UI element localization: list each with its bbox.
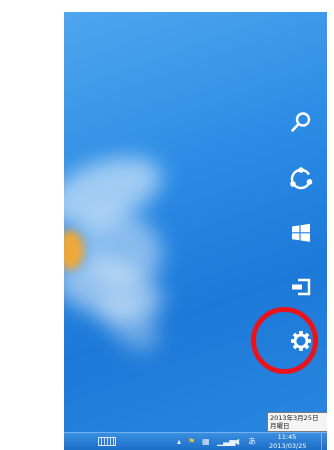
clock-time: 11:45 <box>277 433 297 441</box>
tooltip-weekday: 月曜日 <box>270 422 290 430</box>
volume-icon[interactable]: ◀ <box>233 437 239 446</box>
gear-icon <box>291 331 311 351</box>
share-icon <box>290 167 313 190</box>
touch-keyboard-icon[interactable] <box>98 437 116 446</box>
share-charm[interactable] <box>287 165 315 193</box>
show-hidden-icons-icon[interactable]: ▴ <box>177 437 181 446</box>
devices-icon <box>292 278 311 296</box>
input-method-icon[interactable]: あ <box>248 437 256 446</box>
network-icon[interactable]: ▦ <box>202 437 210 446</box>
search-charm[interactable] <box>287 108 315 136</box>
taskbar-clock[interactable]: 11:45 2013/03/25 <box>269 433 307 450</box>
windows-logo-icon <box>292 223 310 242</box>
action-center-icon[interactable]: ⚑ <box>188 437 195 446</box>
start-charm[interactable] <box>287 219 315 247</box>
settings-charm[interactable] <box>287 327 315 355</box>
show-desktop-button[interactable] <box>321 433 327 450</box>
desktop-background: 2013年3月25日 月曜日 ▴ ⚑ ▦ ▁▃▅ ◀ あ 11:45 2013/… <box>64 12 327 450</box>
clock-date: 2013/03/25 <box>269 441 307 450</box>
search-icon <box>291 112 311 132</box>
devices-charm[interactable] <box>287 273 315 301</box>
tooltip-date: 2013年3月25日 <box>270 414 319 422</box>
date-tooltip: 2013年3月25日 月曜日 <box>267 412 327 432</box>
taskbar: ▴ ⚑ ▦ ▁▃▅ ◀ あ 11:45 2013/03/25 <box>64 432 327 450</box>
